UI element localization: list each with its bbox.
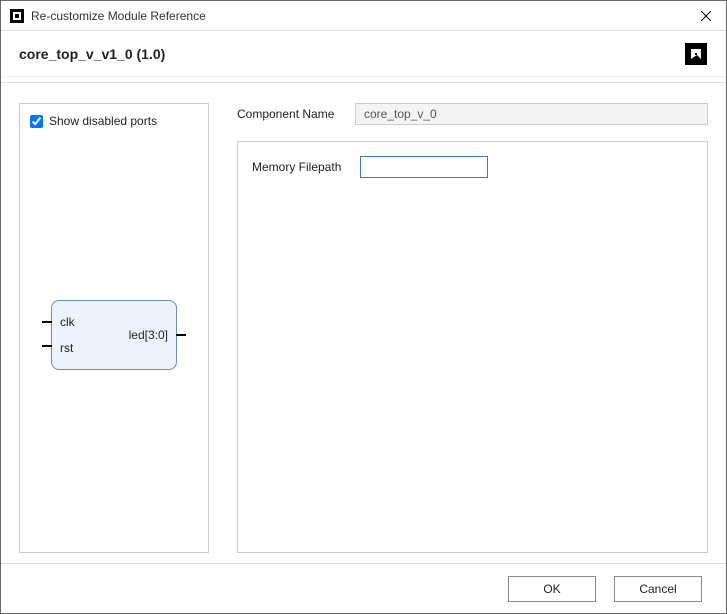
cancel-button[interactable]: Cancel bbox=[614, 576, 702, 602]
close-button[interactable] bbox=[686, 1, 726, 31]
module-block: clk rst led[3:0] bbox=[51, 300, 177, 370]
amd-logo-icon bbox=[684, 42, 708, 66]
show-disabled-ports-checkbox[interactable]: Show disabled ports bbox=[30, 114, 198, 128]
ok-button[interactable]: OK bbox=[508, 576, 596, 602]
dialog-footer: OK Cancel bbox=[1, 563, 726, 613]
port-stub-icon bbox=[176, 334, 186, 336]
component-name-row: Component Name core_top_v_0 bbox=[237, 103, 708, 125]
preview-panel: Show disabled ports clk rst led[3:0] bbox=[19, 103, 209, 553]
content-area: Show disabled ports clk rst led[3:0] Com… bbox=[1, 83, 726, 563]
port-stub-icon bbox=[42, 345, 52, 347]
port-stub-icon bbox=[42, 321, 52, 323]
component-name-label: Component Name bbox=[237, 107, 347, 121]
output-port-label: led[3:0] bbox=[129, 328, 168, 342]
config-panel: Component Name core_top_v_0 Memory Filep… bbox=[237, 103, 708, 553]
block-diagram: clk rst led[3:0] bbox=[30, 128, 198, 542]
component-name-value: core_top_v_0 bbox=[355, 103, 708, 125]
memory-filepath-input[interactable] bbox=[360, 156, 488, 178]
app-icon bbox=[9, 8, 25, 24]
config-area: Memory Filepath bbox=[237, 141, 708, 553]
titlebar: Re-customize Module Reference bbox=[1, 1, 726, 31]
port-label: clk bbox=[60, 315, 75, 329]
module-heading: core_top_v_v1_0 (1.0) bbox=[19, 46, 684, 62]
memory-filepath-label: Memory Filepath bbox=[252, 160, 352, 174]
show-disabled-ports-input[interactable] bbox=[30, 115, 43, 128]
window-title: Re-customize Module Reference bbox=[31, 9, 686, 23]
port-label: rst bbox=[60, 341, 75, 355]
input-ports: clk rst bbox=[52, 315, 75, 355]
show-disabled-ports-label: Show disabled ports bbox=[49, 114, 157, 128]
header-bar: core_top_v_v1_0 (1.0) bbox=[1, 31, 726, 77]
memory-filepath-row: Memory Filepath bbox=[252, 156, 693, 178]
